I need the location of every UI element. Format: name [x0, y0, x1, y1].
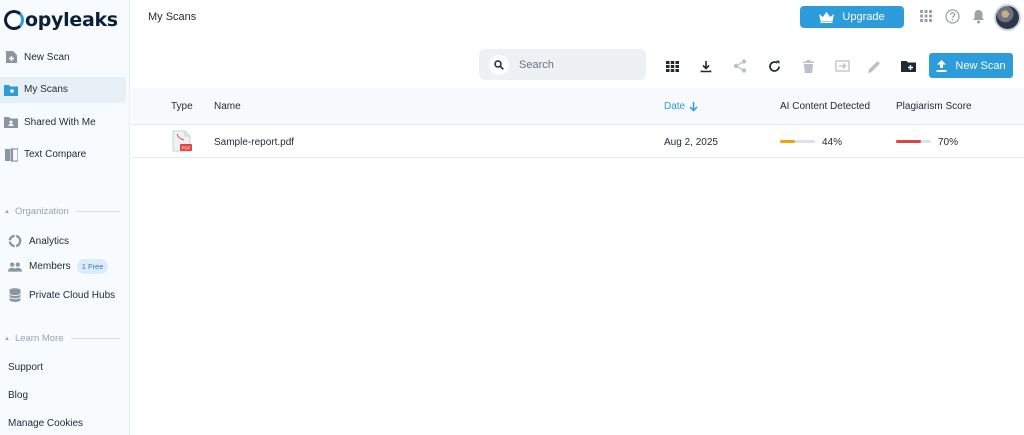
analytics-icon: [8, 234, 22, 248]
ai-content-bar-fill: [780, 140, 796, 143]
apps-grid-icon[interactable]: [918, 8, 934, 24]
members-icon: [8, 260, 22, 274]
collapse-caret-icon: ▲: [4, 208, 10, 215]
upgrade-label: Upgrade: [842, 11, 885, 23]
upload-icon: [936, 59, 947, 72]
plagiarism-bar-fill: [896, 140, 921, 143]
help-icon[interactable]: [944, 8, 960, 24]
section-title: Organization: [14, 206, 69, 217]
logo-text: opyleaks: [25, 9, 118, 31]
column-header-plagiarism[interactable]: Plagiarism Score: [896, 101, 972, 112]
edit-icon[interactable]: [866, 58, 882, 74]
plagiarism-bar: [896, 140, 931, 143]
database-icon: [8, 288, 22, 302]
refresh-icon[interactable]: [766, 58, 782, 74]
new-scan-button[interactable]: New Scan: [929, 53, 1013, 78]
sidebar-item-label: My Scans: [24, 84, 68, 95]
svg-text:PDF: PDF: [182, 146, 191, 151]
column-header-label: Date: [664, 101, 686, 112]
manage-cookies-link[interactable]: Manage Cookies: [8, 418, 83, 429]
collapse-caret-icon: ▲: [4, 335, 10, 342]
sidebar-item-shared-with-me[interactable]: Shared With Me: [0, 109, 126, 135]
move-icon[interactable]: [834, 58, 850, 74]
sidebar-item-label: Members: [29, 261, 71, 272]
upgrade-button[interactable]: Upgrade: [800, 6, 904, 28]
folder-icon: [4, 83, 18, 97]
column-header-date[interactable]: Date: [664, 101, 698, 112]
learn-more-section-header[interactable]: ▲ Learn More: [4, 333, 120, 344]
column-header-name[interactable]: Name: [214, 101, 241, 112]
pdf-file-icon: PDF: [172, 130, 192, 152]
sidebar-item-label: Text Compare: [24, 149, 87, 160]
share-icon[interactable]: [732, 58, 748, 74]
search-icon: [489, 54, 509, 75]
search-box[interactable]: [479, 49, 646, 80]
table-header: Type Name Date AI Content Detected Plagi…: [131, 88, 1024, 125]
sidebar: opyleaks New Scan My Scans Shared With M…: [0, 0, 130, 435]
copyleaks-logo[interactable]: opyleaks: [4, 7, 118, 33]
sidebar-item-label: Private Cloud Hubs: [29, 289, 116, 301]
avatar[interactable]: [994, 4, 1021, 31]
compare-icon: [4, 147, 18, 162]
main-nav: New Scan My Scans Shared With Me Text Co…: [0, 44, 126, 174]
section-title: Learn More: [14, 333, 64, 344]
sidebar-item-text-compare[interactable]: Text Compare: [0, 142, 126, 168]
support-link[interactable]: Support: [8, 362, 43, 373]
download-icon[interactable]: [698, 58, 714, 74]
table-row[interactable]: PDF Sample-report.pdf Aug 2, 2025 44% 70…: [131, 125, 1024, 158]
crown-icon: [819, 11, 835, 23]
divider: [70, 338, 120, 339]
plagiarism-value: 70%: [938, 137, 959, 148]
sidebar-item-label: Analytics: [29, 235, 70, 247]
sidebar-item-new-scan[interactable]: New Scan: [0, 44, 126, 70]
sidebar-item-analytics[interactable]: Analytics: [8, 234, 69, 248]
blog-link[interactable]: Blog: [8, 390, 28, 401]
shared-folder-icon: [4, 115, 18, 129]
logo-c-mark: [4, 10, 24, 30]
sidebar-item-private-cloud-hubs[interactable]: Private Cloud Hubs: [8, 288, 115, 302]
file-name[interactable]: Sample-report.pdf: [214, 137, 294, 148]
top-header: My Scans Upgrade: [130, 0, 1024, 36]
sidebar-item-members[interactable]: Members 1 Free: [8, 259, 109, 274]
divider: [75, 211, 120, 212]
page-title: My Scans: [148, 11, 197, 23]
bell-icon[interactable]: [970, 8, 986, 24]
column-header-type[interactable]: Type: [171, 101, 193, 112]
ai-content-bar: [780, 140, 815, 143]
sort-descending-icon: [689, 101, 698, 112]
free-seats-badge: 1 Free: [76, 259, 109, 274]
column-header-ai-content[interactable]: AI Content Detected: [780, 101, 870, 112]
new-folder-icon[interactable]: [900, 58, 916, 74]
ai-content-value: 44%: [822, 137, 843, 148]
new-scan-icon: [4, 50, 18, 64]
organization-section-header[interactable]: ▲ Organization: [4, 206, 120, 217]
delete-icon[interactable]: [800, 58, 816, 74]
sidebar-item-my-scans[interactable]: My Scans: [0, 76, 126, 103]
grid-view-icon[interactable]: [664, 58, 680, 74]
sidebar-item-label: Shared With Me: [24, 116, 96, 128]
scan-date: Aug 2, 2025: [664, 137, 718, 148]
search-input[interactable]: [519, 58, 629, 71]
sidebar-item-label: New Scan: [24, 51, 70, 63]
new-scan-label: New Scan: [955, 59, 1006, 72]
